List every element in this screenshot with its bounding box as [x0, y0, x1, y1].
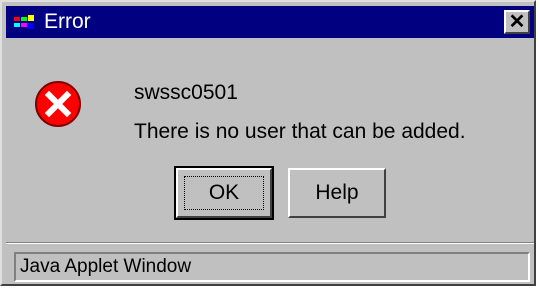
status-bar: Java Applet Window [14, 252, 530, 282]
status-separator [6, 242, 534, 244]
close-icon: ✕ [508, 11, 526, 33]
error-icon [35, 81, 81, 127]
ok-button[interactable]: OK [174, 166, 274, 220]
window-title: Error [44, 10, 91, 33]
close-button[interactable]: ✕ [504, 10, 530, 34]
error-code: swssc0501 [134, 81, 238, 104]
title-bar[interactable]: Error ✕ [6, 6, 534, 38]
error-dialog: Error ✕ swssc0501 There is no user that … [0, 0, 536, 286]
java-app-icon [14, 15, 34, 29]
help-button[interactable]: Help [288, 168, 386, 218]
error-message: There is no user that can be added. [134, 120, 466, 143]
ok-button-label: OK [184, 176, 264, 210]
